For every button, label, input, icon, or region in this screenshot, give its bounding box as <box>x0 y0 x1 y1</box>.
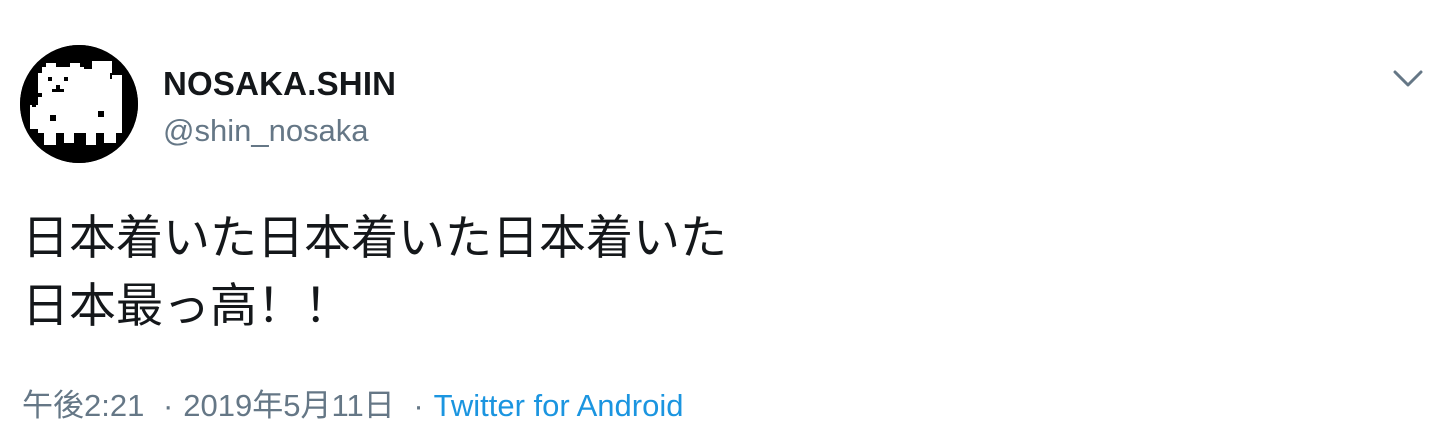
meta-separator: · <box>162 388 174 423</box>
tweet-text-line: 日本着いた日本着いた日本着いた <box>22 211 727 266</box>
tweet-meta: 午後2:21 · 2019年5月11日 · Twitter for Android <box>22 386 683 426</box>
tweet-text-line: 日本最っ高！！ <box>22 279 351 334</box>
display-name[interactable]: NOSAKA.SHIN <box>163 64 396 104</box>
tweet-date[interactable]: 2019年5月11日 <box>183 388 394 423</box>
tweet-text: 日本着いた日本着いた日本着いた 日本最っ高！！ <box>22 205 727 341</box>
tweet-card: NOSAKA.SHIN @shin_nosaka 日本着いた日本着いた日本着いた… <box>0 0 1440 446</box>
chevron-down-icon[interactable] <box>1390 64 1426 94</box>
tweet-time[interactable]: 午後2:21 <box>22 388 144 423</box>
meta-separator: · <box>413 388 424 423</box>
user-handle[interactable]: @shin_nosaka <box>163 112 369 150</box>
dog-avatar-icon <box>20 45 138 163</box>
tweet-source-link[interactable]: Twitter for Android <box>434 388 684 423</box>
avatar[interactable] <box>20 45 138 163</box>
